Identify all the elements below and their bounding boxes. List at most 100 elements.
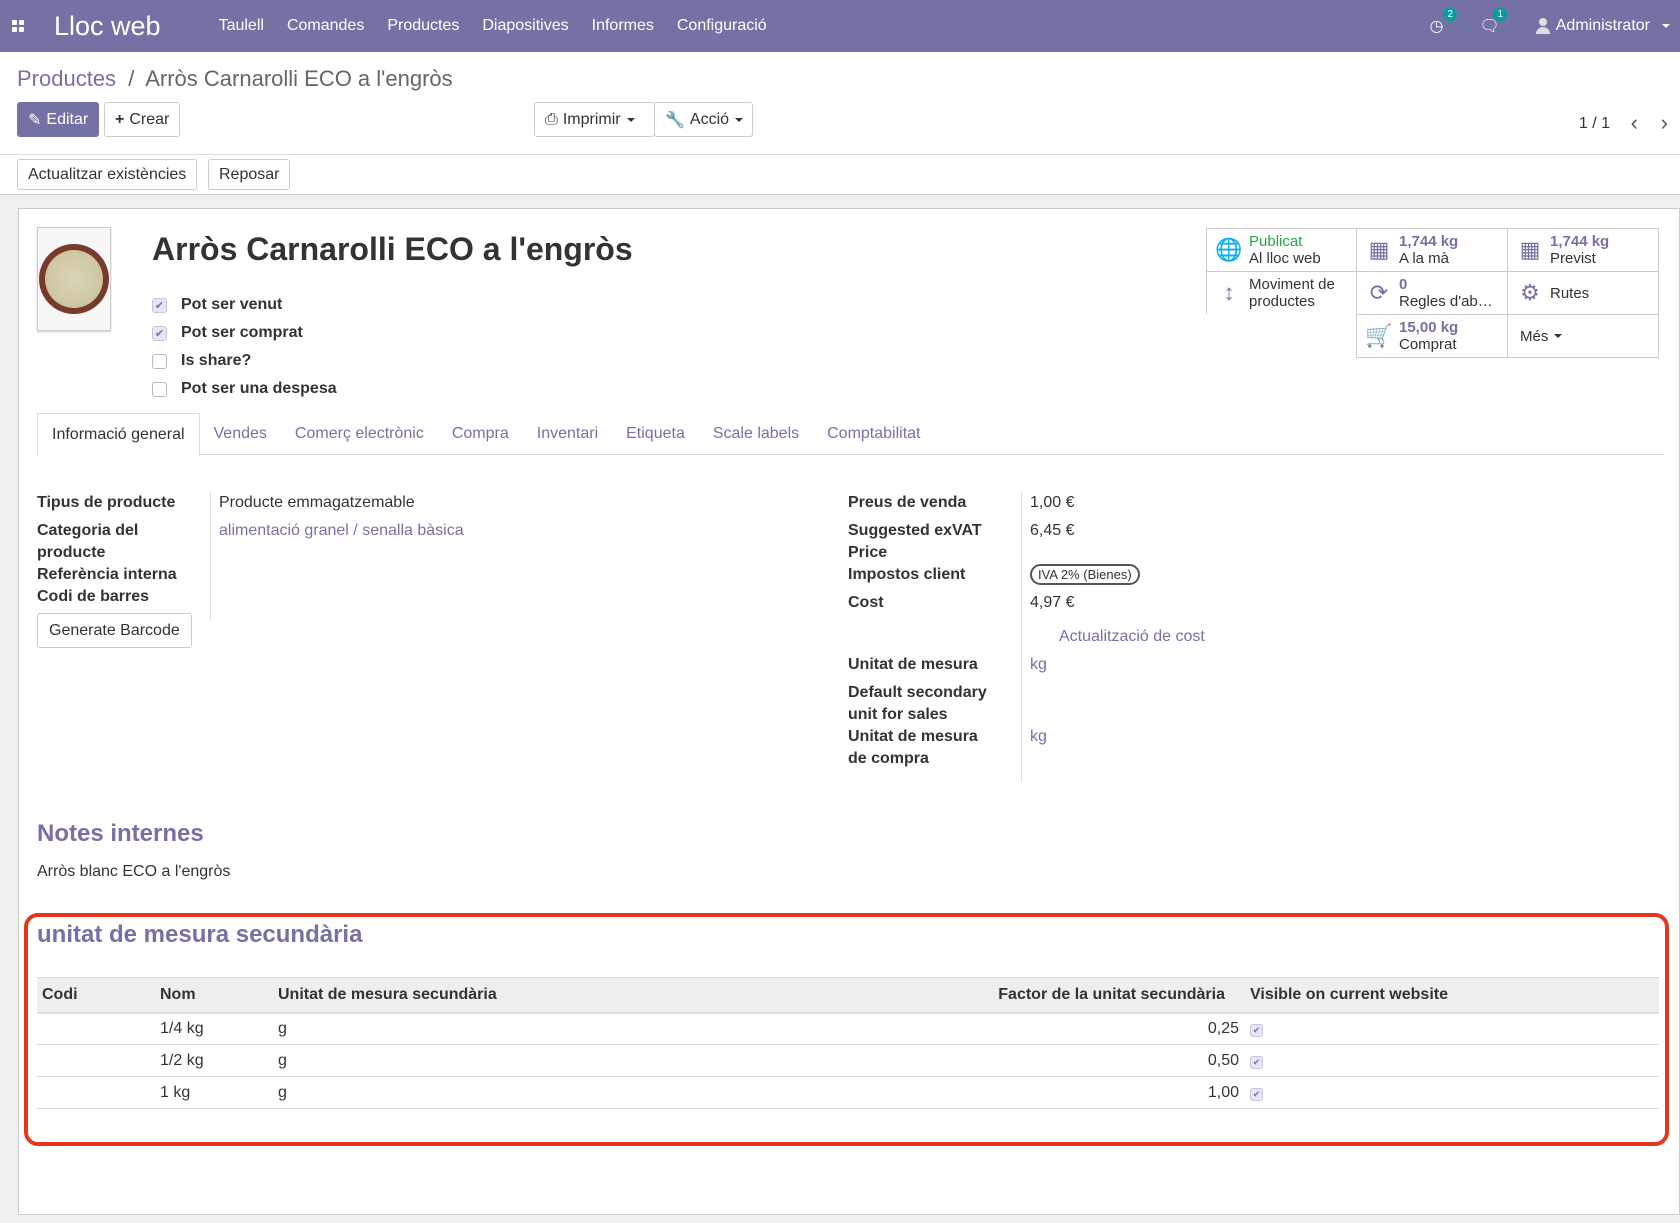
on-hand-value: 1,744 kg (1399, 233, 1459, 250)
tax-tag[interactable]: IVA 2% (Bienes) (1030, 564, 1140, 585)
smart-button-more[interactable]: Més (1507, 314, 1659, 358)
replenish-button[interactable]: Reposar (208, 159, 291, 190)
internal-notes-text[interactable]: Arròs blanc ECO a l'engròs (37, 861, 230, 883)
forecast-value: 1,744 kg (1550, 233, 1610, 250)
tab-purchase[interactable]: Compra (438, 413, 523, 455)
menu-item-diapositives[interactable]: Diapositives (482, 17, 568, 35)
activities-button[interactable]: ◷ 2 (1429, 8, 1458, 36)
pager-previous-icon[interactable]: ‹ (1631, 110, 1638, 136)
purchased-value: 15,00 kg (1399, 319, 1459, 336)
flag-label: Pot ser una despesa (181, 380, 337, 397)
purchased-label: Comprat (1399, 336, 1457, 353)
user-icon (1535, 18, 1550, 34)
smart-buttons: 🌐 Publicat Al lloc web ▦ 1,744 kg A la mà … (1206, 228, 1659, 358)
smart-button-on-hand[interactable]: ▦ 1,744 kg A la mà (1356, 228, 1508, 272)
action-button-label: Acció (689, 110, 730, 128)
flag-can-be-expensed[interactable]: Pot ser una despesa (152, 375, 337, 403)
update-stock-button[interactable]: Actualitzar existències (17, 159, 198, 190)
moves-label-1: Moviment de (1249, 276, 1335, 293)
print-button[interactable]: ⎙ Imprimir (534, 102, 655, 137)
sale-price-value[interactable]: 1,00 € (1030, 492, 1074, 520)
product-name: Arròs Carnarolli ECO a l'engròs (152, 231, 633, 267)
flag-label: Pot ser comprat (181, 324, 303, 341)
create-button-label: Crear (129, 110, 170, 128)
smart-button-published[interactable]: 🌐 Publicat Al lloc web (1206, 228, 1357, 272)
globe-icon: 🌐 (1215, 237, 1243, 262)
right-field-group: Preus de venda 1,00 € Suggested exVAT Pri… (848, 492, 1628, 770)
category-value[interactable]: alimentació granel / senalla bàsica (219, 520, 464, 564)
smart-button-moves[interactable]: ↕ Moviment de productes (1206, 271, 1357, 315)
category-label: Categoria del producte (37, 522, 139, 561)
chevron-down-icon (1554, 334, 1563, 338)
purchase-uom-value[interactable]: kg (1030, 726, 1047, 770)
left-field-group: Tipus de producte Producte emmagatzemabl… (37, 492, 767, 608)
smart-button-placeholder (1206, 314, 1357, 358)
flag-can-be-sold[interactable]: ✔ Pot ser venut (152, 291, 337, 319)
smart-button-reorder-rules[interactable]: ⟳ 0 Regles d'ab… (1356, 271, 1508, 315)
cost-update-link[interactable]: Actualització de cost (1059, 626, 1205, 648)
breadcrumb-productes[interactable]: Productes (17, 66, 116, 91)
menu-item-comandes[interactable]: Comandes (287, 17, 364, 35)
edit-button[interactable]: ✎ Editar (17, 102, 100, 137)
product-image[interactable] (37, 227, 111, 331)
tab-accounting[interactable]: Comptabilitat (813, 413, 934, 455)
control-panel: Productes / Arròs Carnarolli ECO a l'eng… (0, 52, 1680, 195)
flag-can-be-purchased[interactable]: ✔ Pot ser comprat (152, 319, 337, 347)
internal-reference-label: Referència interna (37, 566, 177, 583)
smart-button-purchased[interactable]: 🛒 15,00 kg Comprat (1356, 314, 1508, 358)
tab-ecommerce[interactable]: Comerç electrònic (281, 413, 438, 455)
building-icon: ▦ (1519, 237, 1541, 262)
uom-label: Unitat de mesura (848, 656, 978, 673)
field-divider (1021, 492, 1022, 782)
suggested-price-label: Suggested exVAT Price (848, 522, 982, 561)
pager-next-icon[interactable]: › (1661, 110, 1668, 136)
smart-button-forecast[interactable]: ▦ 1,744 kg Previst (1507, 228, 1659, 272)
arrows-vertical-icon: ↕ (1223, 280, 1235, 305)
messages-button[interactable]: 🗨 1 (1479, 8, 1507, 36)
barcode-label: Codi de barres (37, 588, 150, 605)
generate-barcode-button[interactable]: Generate Barcode (37, 613, 192, 648)
default-secondary-unit-label: Default secondary unit for sales (848, 684, 987, 723)
customer-taxes-label: Impostos client (848, 566, 966, 583)
wrench-icon: 🔧 (665, 111, 685, 129)
create-button[interactable]: + Crear (104, 102, 181, 137)
reorder-value: 0 (1399, 276, 1408, 293)
uom-value[interactable]: kg (1030, 654, 1047, 682)
plus-icon: + (115, 110, 125, 128)
tab-general-info[interactable]: Informació general (37, 413, 200, 456)
apps-menu-icon[interactable] (0, 0, 36, 52)
user-menu[interactable]: Administrator (1535, 17, 1670, 35)
purchase-uom-label: Unitat de mesura de compra (848, 728, 978, 767)
pager-value[interactable]: 1 / 1 (1579, 115, 1610, 133)
reorder-label: Regles d'ab… (1399, 293, 1493, 310)
suggested-price-value[interactable]: 6,45 € (1030, 520, 1074, 564)
breadcrumb-current: Arròs Carnarolli ECO a l'engròs (145, 66, 453, 91)
pencil-icon: ✎ (28, 111, 42, 129)
smart-button-routes[interactable]: ⚙ Rutes (1507, 271, 1659, 315)
tab-inventory[interactable]: Inventari (523, 413, 612, 455)
app-title[interactable]: Lloc web (54, 11, 161, 42)
tab-scale-labels[interactable]: Scale labels (699, 413, 813, 455)
menu-item-configuracio[interactable]: Configuració (677, 17, 767, 35)
flag-is-share[interactable]: Is share? (152, 347, 337, 375)
menu-item-informes[interactable]: Informes (592, 17, 654, 35)
highlight-annotation-box (24, 913, 1669, 1146)
cost-value[interactable]: 4,97 € (1030, 592, 1074, 620)
forecast-label: Previst (1550, 250, 1596, 267)
refresh-icon: ⟳ (1369, 280, 1389, 305)
product-type-value[interactable]: Producte emmagatzemable (219, 492, 415, 520)
checkbox-checked-icon[interactable]: ✔ (152, 297, 167, 313)
building-icon: ▦ (1368, 237, 1390, 262)
internal-notes-title: Notes internes (37, 820, 204, 847)
menu-item-productes[interactable]: Productes (387, 17, 459, 35)
checkbox-unchecked-icon[interactable] (152, 381, 167, 397)
tab-label[interactable]: Etiqueta (612, 413, 699, 455)
tab-sales[interactable]: Vendes (200, 413, 281, 455)
checkbox-unchecked-icon[interactable] (152, 353, 167, 369)
action-button[interactable]: 🔧 Acció (654, 102, 753, 137)
menu-item-taulell[interactable]: Taulell (219, 17, 264, 35)
product-flags: ✔ Pot ser venut ✔ Pot ser comprat Is sha… (152, 291, 337, 403)
checkbox-checked-icon[interactable]: ✔ (152, 325, 167, 341)
user-name: Administrator (1555, 17, 1650, 34)
sale-price-label: Preus de venda (848, 494, 967, 511)
